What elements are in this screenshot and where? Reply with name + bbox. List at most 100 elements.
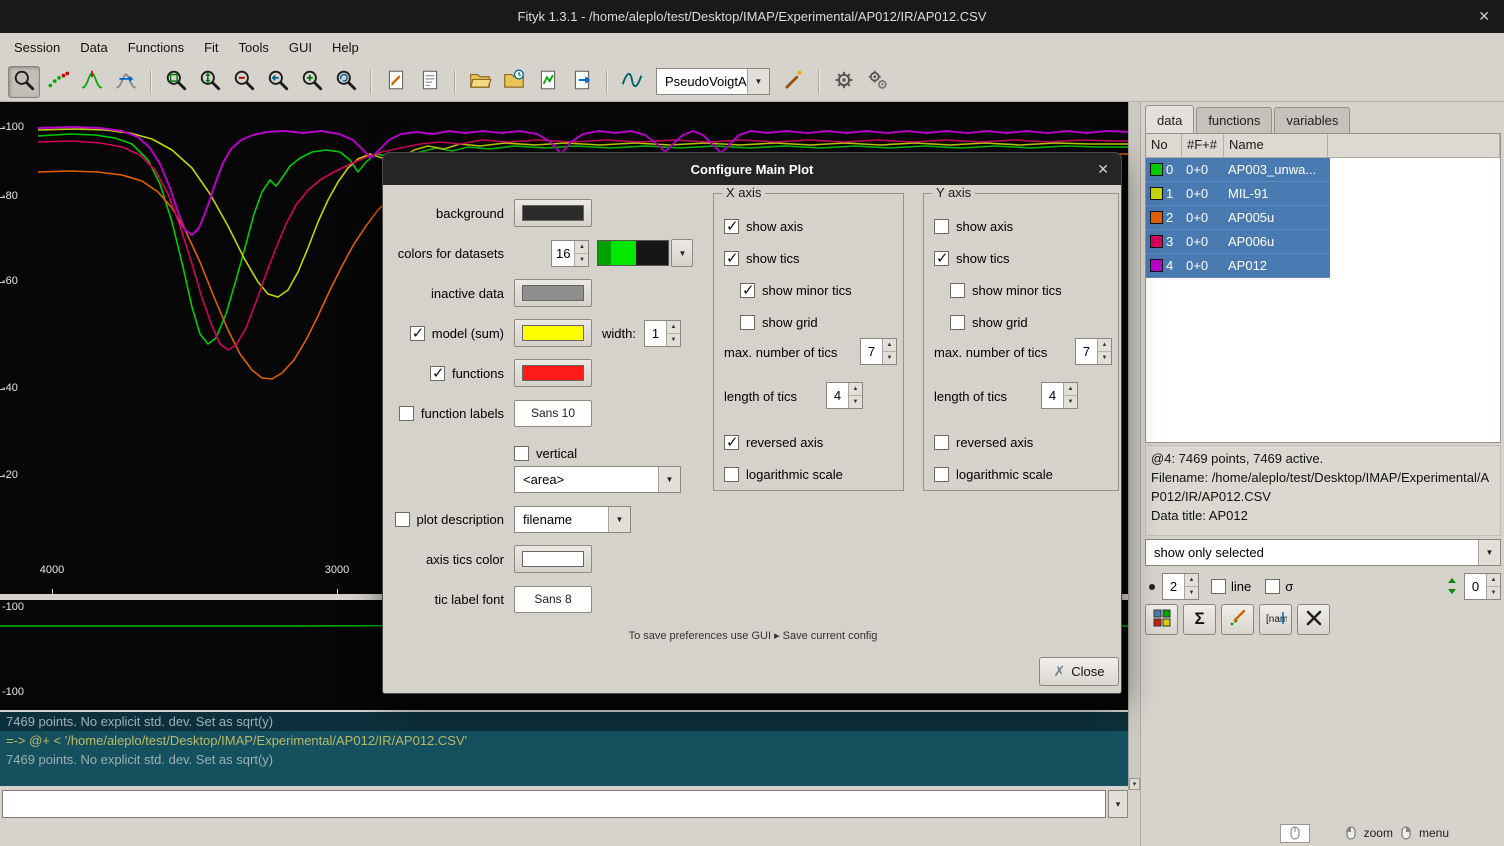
- model-sum-checkbox[interactable]: [410, 326, 425, 341]
- zoom-vertical-button[interactable]: [194, 66, 226, 98]
- show-only-selected-combo[interactable]: show only selected ▼: [1145, 539, 1501, 566]
- dataset-row[interactable]: 30+0AP006u: [1146, 230, 1330, 254]
- run-gears-alt-button[interactable]: [862, 66, 894, 98]
- point-size-spinner-spin[interactable]: 2▲▼: [1162, 573, 1199, 600]
- tab-data[interactable]: data: [1145, 105, 1194, 133]
- open-recent-button[interactable]: [498, 66, 530, 98]
- delete-data-button[interactable]: [1297, 604, 1330, 635]
- y-axis-max-number-of-tics-spinner[interactable]: 7▲▼: [1075, 338, 1112, 365]
- menu-session[interactable]: Session: [4, 35, 70, 60]
- spin-up-icon[interactable]: ▲: [849, 383, 862, 396]
- dataset-colors-count-spinner-spin[interactable]: 16▲▼: [551, 240, 589, 267]
- spin-up-icon[interactable]: ▲: [883, 339, 896, 352]
- drag-peak-mode-button[interactable]: [110, 66, 142, 98]
- line-checkbox[interactable]: [1211, 579, 1226, 594]
- output-console[interactable]: 7469 points. No explicit std. dev. Set a…: [0, 712, 1128, 786]
- copy-data-button[interactable]: [1145, 604, 1178, 635]
- dialog-close-icon[interactable]: ✕: [1097, 161, 1109, 178]
- spin-down-icon[interactable]: ▼: [1098, 352, 1111, 364]
- y-axis-show-minor-tics-checkbox[interactable]: [950, 283, 965, 298]
- y-axis-show-tics-checkbox[interactable]: [934, 251, 949, 266]
- dataset-palette-preview[interactable]: [597, 240, 669, 266]
- save-plot-button[interactable]: [532, 66, 564, 98]
- x-axis-show-minor-tics-checkbox[interactable]: [740, 283, 755, 298]
- rename-data-button[interactable]: [nam: [1259, 604, 1292, 635]
- axis-tics-color-button[interactable]: [514, 545, 592, 573]
- close-button[interactable]: ✗ Close: [1039, 657, 1119, 686]
- x-axis-show-grid-checkbox[interactable]: [740, 315, 755, 330]
- x-axis-reversed-axis-checkbox[interactable]: [724, 435, 739, 450]
- shift-spinner-spin[interactable]: 0▲▼: [1464, 573, 1501, 600]
- spin-up-icon[interactable]: ▲: [1185, 574, 1198, 587]
- menu-help[interactable]: Help: [322, 35, 369, 60]
- x-axis-length-of-tics-spinner[interactable]: 4▲▼: [826, 382, 863, 409]
- label-font-button[interactable]: Sans 10: [514, 400, 592, 427]
- peak-type-combo[interactable]: PseudoVoigtA▼: [656, 68, 770, 95]
- menu-data[interactable]: Data: [70, 35, 117, 60]
- spin-up-icon[interactable]: ▲: [575, 241, 588, 254]
- define-function-button[interactable]: [616, 66, 648, 98]
- auto-add-peak-button[interactable]: [778, 66, 810, 98]
- dataset-row[interactable]: 10+0MIL-91: [1146, 182, 1330, 206]
- spin-down-icon[interactable]: ▼: [1064, 396, 1077, 408]
- dataset-row[interactable]: 00+0AP003_unwa...: [1146, 158, 1330, 182]
- edit-data-button[interactable]: [1221, 604, 1254, 635]
- y-axis-logarithmic-scale-checkbox[interactable]: [934, 467, 949, 482]
- menu-functions[interactable]: Functions: [118, 35, 194, 60]
- tic-font-button[interactable]: Sans 8: [514, 586, 592, 613]
- spin-up-icon[interactable]: ▲: [667, 321, 680, 334]
- model-color-button[interactable]: [514, 319, 592, 347]
- window-titlebar[interactable]: Fityk 1.3.1 - /home/aleplo/test/Desktop/…: [0, 0, 1504, 33]
- x-axis-max-number-of-tics-spinner[interactable]: 7▲▼: [860, 338, 897, 365]
- function-labels-checkbox[interactable]: [399, 406, 414, 421]
- palette-dropdown-button[interactable]: ▼: [671, 239, 693, 267]
- spin-down-icon[interactable]: ▼: [883, 352, 896, 364]
- export-data-button[interactable]: [566, 66, 598, 98]
- label-position-combo[interactable]: <area> ▼: [514, 466, 681, 493]
- spin-down-icon[interactable]: ▼: [575, 254, 588, 266]
- spin-down-icon[interactable]: ▼: [1185, 587, 1198, 599]
- command-history-button[interactable]: ▾: [1108, 790, 1128, 818]
- dataset-row[interactable]: 20+0AP005u: [1146, 206, 1330, 230]
- spin-down-icon[interactable]: ▼: [1487, 587, 1500, 599]
- dialog-titlebar[interactable]: Configure Main Plot ✕: [383, 153, 1121, 185]
- x-axis-logarithmic-scale-checkbox[interactable]: [724, 467, 739, 482]
- sigma-checkbox[interactable]: [1265, 579, 1280, 594]
- inactive-data-color-button[interactable]: [514, 279, 592, 307]
- zoom-history-button[interactable]: [330, 66, 362, 98]
- x-axis-show-tics-checkbox[interactable]: [724, 251, 739, 266]
- vertical-checkbox[interactable]: [514, 446, 529, 461]
- spin-up-icon[interactable]: ▲: [1064, 383, 1077, 396]
- spin-down-icon[interactable]: ▼: [849, 396, 862, 408]
- menu-fit[interactable]: Fit: [194, 35, 228, 60]
- y-axis-show-axis-checkbox[interactable]: [934, 219, 949, 234]
- spin-up-icon[interactable]: ▲: [1487, 574, 1500, 587]
- zoom-previous-button[interactable]: [262, 66, 294, 98]
- tab-variables[interactable]: variables: [1274, 107, 1350, 133]
- y-axis-reversed-axis-checkbox[interactable]: [934, 435, 949, 450]
- zoom-out-button[interactable]: [228, 66, 260, 98]
- command-input[interactable]: [2, 790, 1106, 818]
- description-combo[interactable]: filename ▼: [514, 506, 631, 533]
- sum-data-button[interactable]: Σ: [1183, 604, 1216, 635]
- scrollbar-down-icon[interactable]: ▾: [1129, 778, 1140, 790]
- plot-scrollbar[interactable]: ▾: [1128, 102, 1140, 790]
- model-width-spinner-spin[interactable]: 1▲▼: [644, 320, 681, 347]
- menu-tools[interactable]: Tools: [229, 35, 279, 60]
- background-color-button[interactable]: [514, 199, 592, 227]
- menu-gui[interactable]: GUI: [279, 35, 322, 60]
- y-axis-show-grid-checkbox[interactable]: [950, 315, 965, 330]
- spin-up-icon[interactable]: ▲: [1098, 339, 1111, 352]
- window-close-button[interactable]: ✕: [1478, 8, 1490, 25]
- x-axis-show-axis-checkbox[interactable]: [724, 219, 739, 234]
- open-data-button[interactable]: [464, 66, 496, 98]
- functions-color-button[interactable]: [514, 359, 592, 387]
- add-peak-mode-button[interactable]: [76, 66, 108, 98]
- zoom-in-button[interactable]: [296, 66, 328, 98]
- data-range-mode-button[interactable]: [42, 66, 74, 98]
- run-script-gear-button[interactable]: [828, 66, 860, 98]
- tab-functions[interactable]: functions: [1196, 107, 1272, 133]
- zoom-mode-button[interactable]: [8, 66, 40, 98]
- dataset-row[interactable]: 40+0AP012: [1146, 254, 1330, 278]
- edit-script-button[interactable]: [380, 66, 412, 98]
